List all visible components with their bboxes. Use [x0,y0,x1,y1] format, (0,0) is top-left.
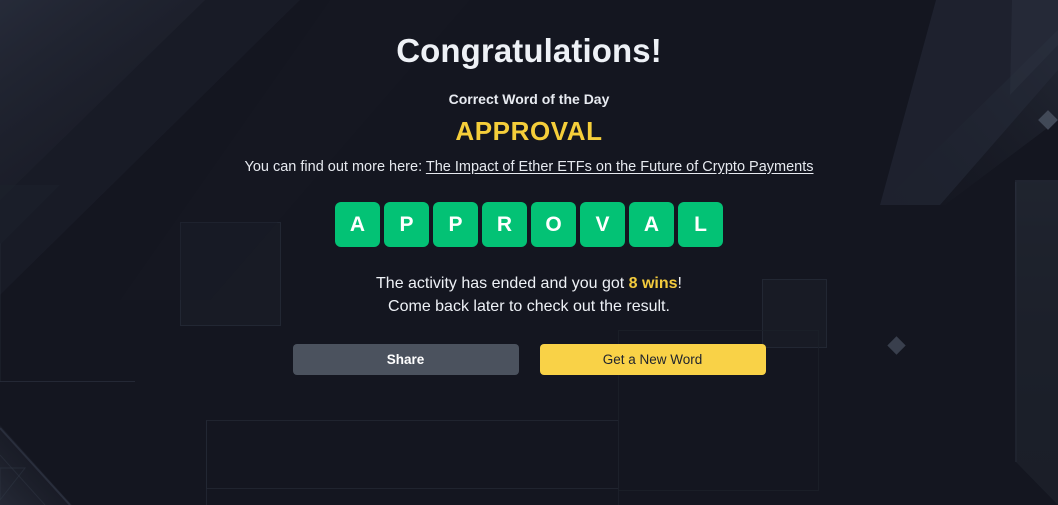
find-out-more-row: You can find out more here: The Impact o… [244,159,813,176]
letter-tile: A [629,202,674,248]
result-line-2: Come back later to check out the result. [388,298,670,316]
action-buttons: Share Get a New Word [292,344,766,376]
result-prefix: The activity has ended and you got [376,275,629,293]
wins-count: 8 wins [628,275,678,293]
share-button[interactable]: Share [292,344,519,376]
letter-tile: P [384,202,429,248]
letter-tile: O [531,202,576,248]
word-of-day-value: APPROVAL [455,116,603,147]
letter-tile: L [678,202,723,248]
article-link[interactable]: The Impact of Ether ETFs on the Future o… [426,159,814,175]
letter-tile: V [580,202,625,248]
result-suffix: ! [677,275,682,293]
find-out-more-prefix: You can find out more here: [244,158,426,175]
congratulations-screen: Congratulations! Correct Word of the Day… [0,0,1058,505]
word-of-day-label: Correct Word of the Day [448,91,610,108]
result-line-1: The activity has ended and you got 8 win… [376,272,682,295]
result-message: The activity has ended and you got 8 win… [376,272,682,318]
get-new-word-button[interactable]: Get a New Word [539,344,766,376]
letter-tiles: A P P R O V A L [335,202,723,248]
letter-tile: R [482,202,527,248]
letter-tile: A [335,202,380,248]
page-title: Congratulations! [396,32,662,69]
letter-tile: P [433,202,478,248]
